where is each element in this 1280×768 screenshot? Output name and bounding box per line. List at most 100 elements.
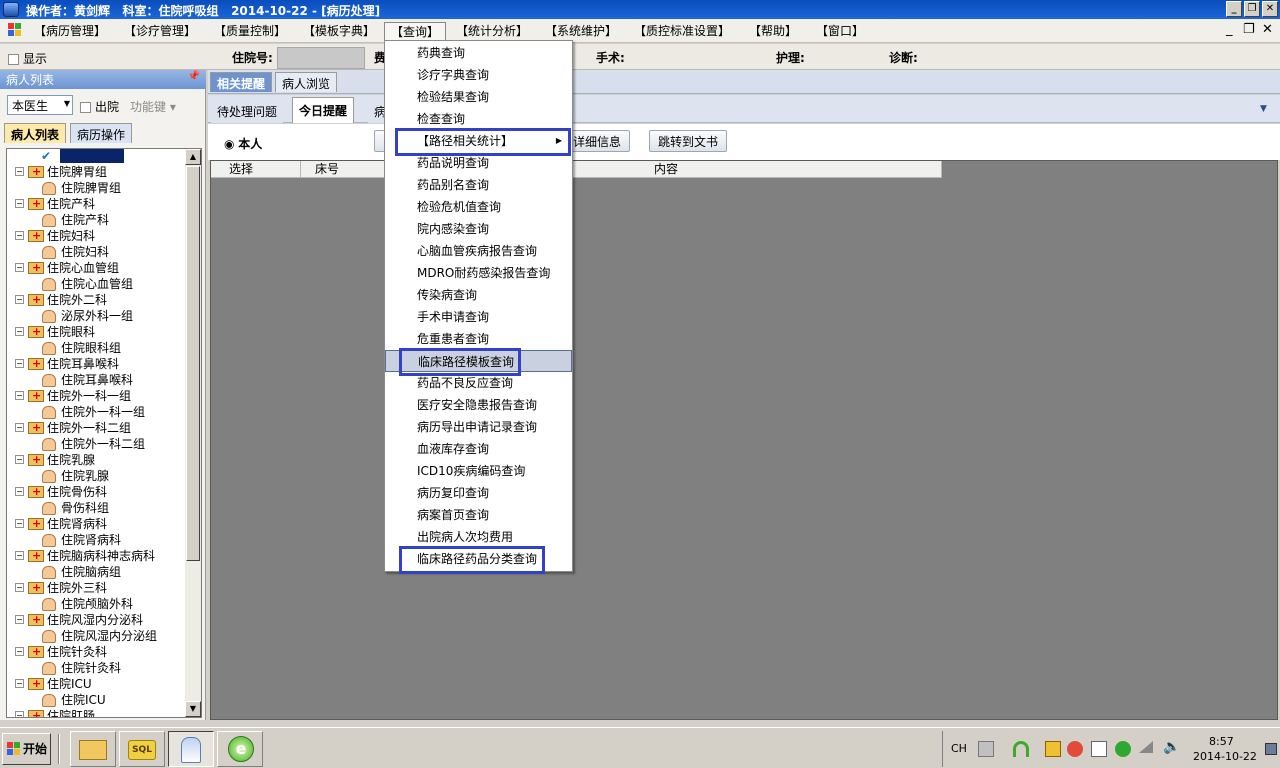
self-radio[interactable]: ◉ 本人	[224, 135, 262, 152]
tree-group-node[interactable]: − 住院脾胃组	[7, 164, 185, 180]
scroll-up-icon[interactable]: ▲	[185, 149, 201, 165]
collapse-icon[interactable]: −	[15, 551, 24, 560]
tree-leaf-node[interactable]: 住院肾病科	[7, 532, 185, 548]
menu-system-maintenance[interactable]: 【系统维护】	[539, 22, 623, 40]
tree-group-node[interactable]: − 住院肛肠	[7, 708, 185, 717]
menu-treatment[interactable]: 【诊疗管理】	[118, 22, 202, 40]
folder-icon[interactable]	[70, 731, 116, 767]
sql-icon[interactable]: SQL	[119, 731, 165, 767]
restore-button[interactable]: ❐	[1244, 1, 1260, 17]
tree-group-node[interactable]: − 住院外三科	[7, 580, 185, 596]
collapse-icon[interactable]: −	[15, 327, 24, 336]
minimize-button[interactable]: _	[1226, 1, 1242, 17]
query-menu-item[interactable]: 诊疗字典查询	[385, 64, 572, 86]
column-select[interactable]: 选择	[211, 161, 301, 178]
tree-group-node[interactable]: − 住院针灸科	[7, 644, 185, 660]
tree-group-node[interactable]: − 住院外一科一组	[7, 388, 185, 404]
tree-leaf-node[interactable]: 住院颅脑外科	[7, 596, 185, 612]
menu-query[interactable]: 【查询】	[384, 22, 447, 40]
query-menu-item[interactable]: 药品不良反应查询	[385, 372, 572, 394]
query-menu-item[interactable]: 危重患者查询	[385, 328, 572, 350]
tree-leaf-node[interactable]: 住院产科	[7, 212, 185, 228]
tab-overflow-icon[interactable]: ▼	[1260, 104, 1267, 114]
show-desktop-icon[interactable]	[1265, 743, 1277, 755]
show-checkbox[interactable]: 显示	[8, 50, 47, 67]
tree-leaf-node[interactable]: 住院脾胃组	[7, 180, 185, 196]
collapse-icon[interactable]: −	[15, 647, 24, 656]
tree-group-node[interactable]: − 住院心血管组	[7, 260, 185, 276]
query-menu-item[interactable]: 心脑血管疾病报告查询	[385, 240, 572, 262]
tree-group-node[interactable]: − 住院脑病科神志病科	[7, 548, 185, 564]
tree-group-node[interactable]: − 住院骨伤科	[7, 484, 185, 500]
collapse-icon[interactable]: −	[15, 455, 24, 464]
tree-group-node[interactable]: − 住院肾病科	[7, 516, 185, 532]
tree-leaf-node[interactable]: 住院针灸科	[7, 660, 185, 676]
query-menu-item[interactable]: 医疗安全隐患报告查询	[385, 394, 572, 416]
collapse-icon[interactable]: −	[15, 359, 24, 368]
volume-icon[interactable]: 🔈	[1163, 739, 1180, 755]
tab-pending-issues[interactable]: 待处理问题	[211, 99, 284, 123]
column-bed[interactable]: 床号	[301, 161, 391, 178]
shield-icon[interactable]	[1045, 741, 1061, 757]
collapse-icon[interactable]: −	[15, 167, 24, 176]
qq-icon[interactable]	[1067, 741, 1083, 757]
tree-leaf-node[interactable]: 住院风湿内分泌组	[7, 628, 185, 644]
tree-group-node[interactable]: − 住院外二科	[7, 292, 185, 308]
tree-leaf-node[interactable]: 住院眼科组	[7, 340, 185, 356]
query-menu-item[interactable]: 手术申请查询	[385, 306, 572, 328]
collapse-icon[interactable]: −	[15, 679, 24, 688]
query-menu-item[interactable]: 血液库存查询	[385, 438, 572, 460]
query-menu-item[interactable]: ICD10疾病编码查询	[385, 460, 572, 482]
menu-qc-standard-settings[interactable]: 【质控标准设置】	[628, 22, 736, 40]
query-menu-item[interactable]: 病案首页查询	[385, 504, 572, 526]
pin-icon[interactable]: 📌	[188, 71, 200, 82]
clipboard-icon[interactable]	[1091, 741, 1107, 757]
close-button[interactable]: ✕	[1262, 1, 1278, 17]
mdi-restore-button[interactable]: ❐	[1243, 22, 1255, 37]
discharged-checkbox[interactable]: 出院	[80, 98, 119, 115]
collapse-icon[interactable]: −	[15, 295, 24, 304]
query-menu-item[interactable]: 检验危机值查询	[385, 196, 572, 218]
tree-group-node[interactable]: − 住院风湿内分泌科	[7, 612, 185, 628]
tree-leaf-node[interactable]: 住院脑病组	[7, 564, 185, 580]
query-menu-item[interactable]: 病历导出申请记录查询	[385, 416, 572, 438]
tree-leaf-node[interactable]: 住院乳腺	[7, 468, 185, 484]
scroll-down-icon[interactable]: ▼	[185, 701, 201, 717]
jump-to-document-button[interactable]: 跳转到文书	[649, 130, 728, 152]
menu-window[interactable]: 【窗口】	[810, 22, 870, 40]
collapse-icon[interactable]: −	[15, 519, 24, 528]
tree-leaf-node[interactable]: 住院心血管组	[7, 276, 185, 292]
tree-group-node[interactable]: − 住院妇科	[7, 228, 185, 244]
mdi-window-icon[interactable]	[8, 23, 22, 37]
plus-icon[interactable]	[1115, 741, 1131, 757]
function-key-dropdown[interactable]: 功能键 ▾	[130, 98, 176, 115]
collapse-icon[interactable]: −	[15, 711, 24, 717]
tab-related-reminders[interactable]: 相关提醒	[210, 72, 273, 92]
menu-medical-records[interactable]: 【病历管理】	[28, 22, 112, 40]
tree-leaf-node[interactable]: 住院妇科	[7, 244, 185, 260]
collapse-icon[interactable]: −	[15, 487, 24, 496]
collapse-icon[interactable]: −	[15, 391, 24, 400]
language-indicator[interactable]: CH	[951, 742, 967, 755]
keyboard-icon[interactable]	[978, 741, 994, 757]
tree-group-node[interactable]: − 住院产科	[7, 196, 185, 212]
tree-group-node[interactable]: − 住院乳腺	[7, 452, 185, 468]
collapse-icon[interactable]: −	[15, 423, 24, 432]
scroll-thumb[interactable]	[186, 166, 200, 561]
tree-leaf-node[interactable]: 住院外一科二组	[7, 436, 185, 452]
query-menu-item[interactable]: MDRO耐药感染报告查询	[385, 262, 572, 284]
collapse-icon[interactable]: −	[15, 231, 24, 240]
signal-icon[interactable]	[1139, 741, 1153, 753]
start-button[interactable]: 开始	[2, 733, 51, 765]
doctor-combo[interactable]: 本医生 ▼	[7, 95, 73, 115]
tree-group-node[interactable]: − 住院外一科二组	[7, 420, 185, 436]
mdi-close-button[interactable]: ✕	[1262, 22, 1273, 37]
tab-patient-list[interactable]: 病人列表	[4, 123, 67, 143]
query-menu-item[interactable]: 检查查询	[385, 108, 572, 130]
query-menu-item[interactable]: 药典查询	[385, 42, 572, 64]
tab-record-operations[interactable]: 病历操作	[70, 123, 133, 143]
query-menu-item[interactable]: 病历复印查询	[385, 482, 572, 504]
selected-patient-label[interactable]	[60, 149, 124, 163]
ie-icon[interactable]: e	[217, 731, 263, 767]
tree-leaf-node[interactable]: 骨伤科组	[7, 500, 185, 516]
